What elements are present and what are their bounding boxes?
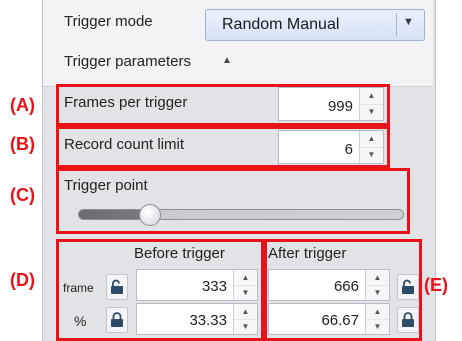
annotation-box-b (56, 126, 390, 168)
trigger-mode-select[interactable]: Random Manual ▼ (205, 9, 425, 41)
trigger-parameters-label: Trigger parameters (64, 53, 191, 70)
annotation-label-a: (A) (10, 95, 35, 115)
annotation-label-e: (E) (424, 275, 448, 295)
trigger-mode-label: Trigger mode (64, 13, 153, 30)
combo-separator (396, 13, 397, 37)
annotation-box-a (56, 84, 390, 126)
chevron-up-icon[interactable]: ▲ (222, 55, 232, 66)
chevron-down-icon[interactable]: ▼ (403, 16, 414, 28)
annotation-label-d: (D) (10, 270, 35, 290)
annotation-box-e (264, 239, 422, 341)
annotation-label-c: (C) (10, 185, 35, 205)
annotation-label-b: (B) (10, 134, 35, 154)
annotation-box-d (56, 239, 264, 341)
trigger-mode-value: Random Manual (222, 16, 340, 33)
annotation-box-c (56, 168, 410, 234)
